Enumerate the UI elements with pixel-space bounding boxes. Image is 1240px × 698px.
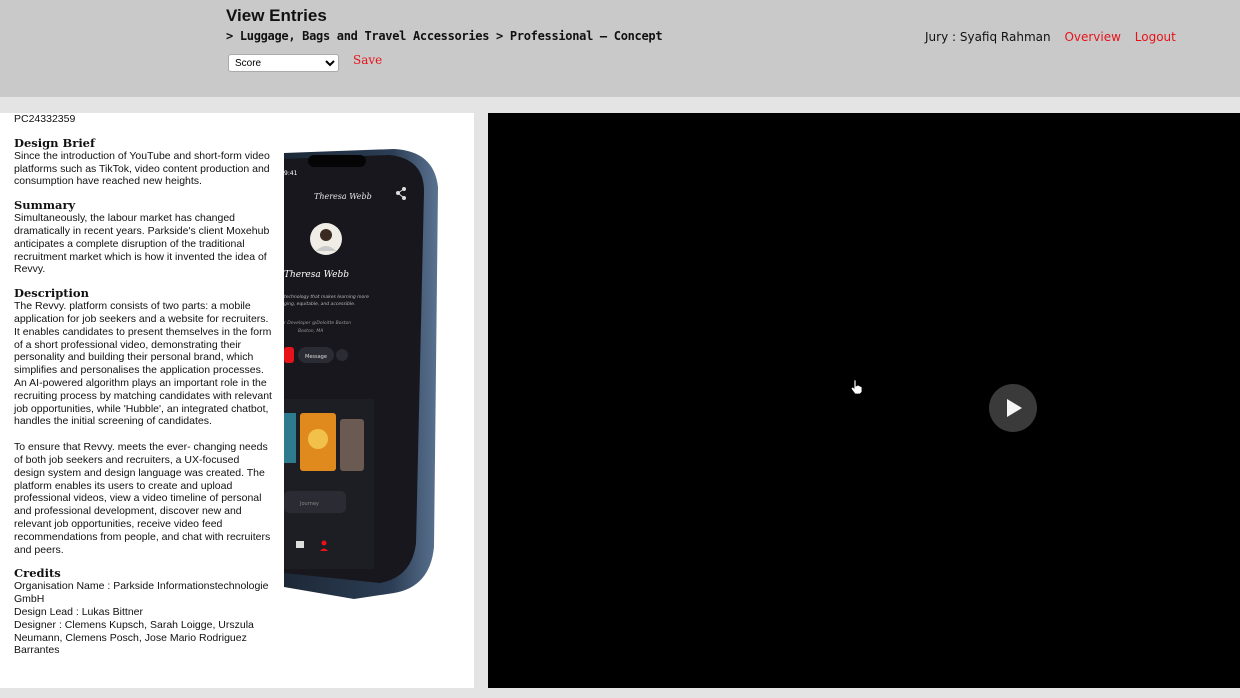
description-text-2: To ensure that Revvy. meets the ever- ch… xyxy=(14,441,271,556)
profile-avatar xyxy=(310,223,342,255)
design-brief-text: Since the introduction of YouTube and sh… xyxy=(14,149,270,188)
overview-link[interactable]: Overview xyxy=(1064,30,1121,44)
description-heading: Description xyxy=(14,286,89,301)
chat-icon xyxy=(296,541,304,548)
entry-details-panel[interactable]: PC24332359 Design Brief Since the introd… xyxy=(0,113,474,688)
phone-tagline-1: technology that makes learning more xyxy=(284,294,369,300)
jury-label: Jury : Syafiq Rahman xyxy=(925,30,1051,44)
credit-designers: Designer : Clemens Kupsch, Sarah Loigge,… xyxy=(14,618,254,657)
save-button[interactable]: Save xyxy=(353,53,382,67)
entry-text: PC24332359 Design Brief Since the introd… xyxy=(14,113,272,657)
phone-message-button: Message xyxy=(305,354,327,360)
phone-role: r Developer @Deloitte Boston xyxy=(284,320,351,326)
credit-design-lead: Design Lead : Lukas Bittner xyxy=(14,605,143,618)
browser-status-bar xyxy=(0,690,300,698)
logout-link[interactable]: Logout xyxy=(1135,30,1176,44)
video-player[interactable] xyxy=(488,113,1240,688)
phone-tagline-2: ging, equitable, and accessible. xyxy=(284,301,355,307)
entry-code: PC24332359 xyxy=(14,113,76,125)
user-bar: Jury : Syafiq Rahman Overview Logout xyxy=(925,30,1176,44)
header-bar: View Entries > Luggage, Bags and Travel … xyxy=(0,0,1240,97)
phone-journey-button: Journey xyxy=(299,501,319,507)
summary-text: Simultaneously, the labour market has ch… xyxy=(14,212,270,276)
summary-heading: Summary xyxy=(14,198,76,213)
description-text-1: The Revvy. platform consists of two part… xyxy=(14,300,272,428)
phone-profile-title: Theresa Webb xyxy=(314,192,372,201)
profile-nav-icon xyxy=(321,540,327,546)
hand-cursor-icon xyxy=(850,379,863,395)
phone-profile-name: Theresa Webb xyxy=(284,270,349,280)
score-select[interactable]: Score xyxy=(228,54,339,72)
breadcrumb: > Luggage, Bags and Travel Accessories >… xyxy=(226,29,663,43)
play-icon xyxy=(1007,399,1022,417)
phone-mockup-image: 9:41 Theresa Webb Theresa Webb technolog… xyxy=(284,149,438,599)
phone-time: 9:41 xyxy=(284,170,298,177)
phone-location: Boston, MA xyxy=(298,328,323,334)
design-brief-heading: Design Brief xyxy=(14,135,95,150)
play-button[interactable] xyxy=(989,384,1037,432)
page-title: View Entries xyxy=(226,6,327,25)
credit-organisation: Organisation Name : Parkside Information… xyxy=(14,580,269,606)
credits-heading: Credits xyxy=(14,566,61,581)
